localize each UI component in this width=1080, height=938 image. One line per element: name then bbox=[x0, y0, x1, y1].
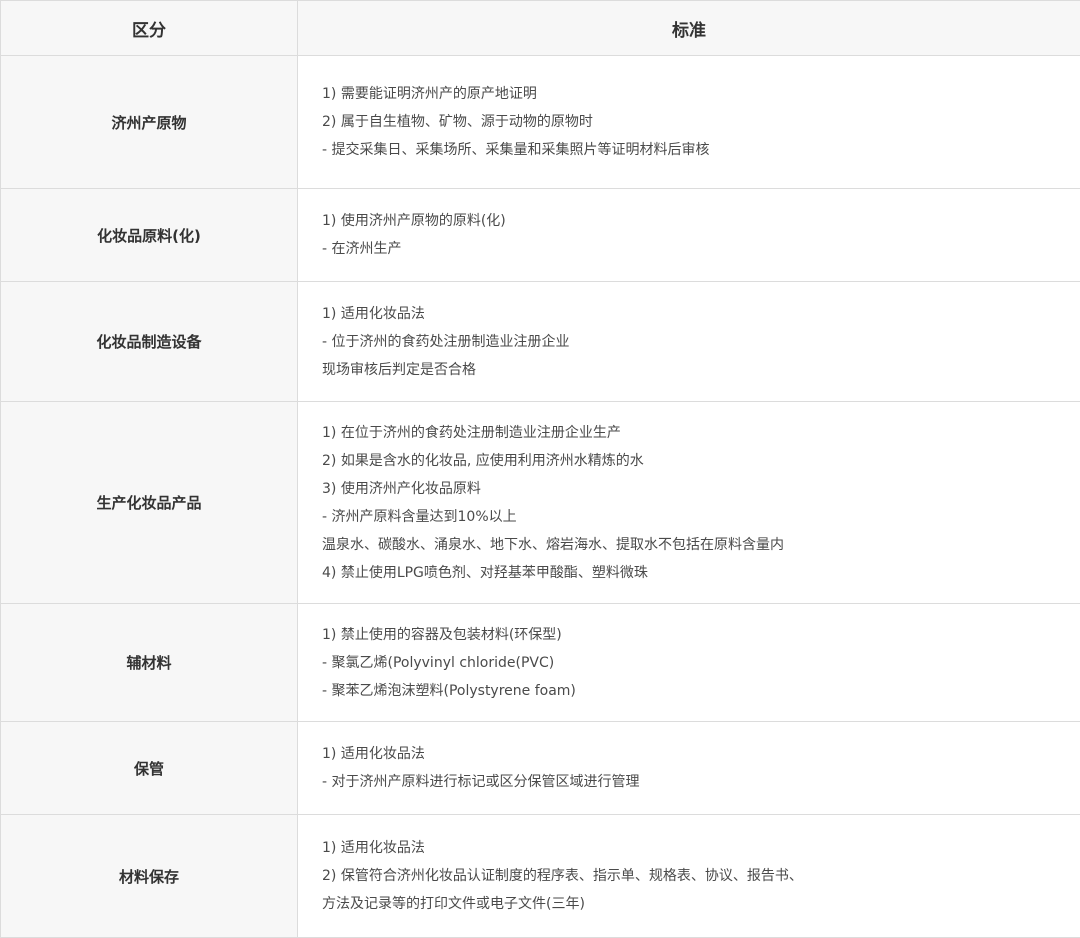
row-standard: 1) 禁止使用的容器及包装材料(环保型) - 聚氯乙烯(Polyvinyl ch… bbox=[298, 604, 1080, 722]
standard-line: - 聚氯乙烯(Polyvinyl chloride(PVC) bbox=[322, 649, 1080, 677]
standard-line: - 位于济州的食药处注册制造业注册企业 bbox=[322, 328, 1080, 356]
standard-line: - 提交采集日、采集场所、采集量和采集照片等证明材料后审核 bbox=[322, 136, 1080, 164]
header-category: 区分 bbox=[1, 1, 298, 56]
row-category: 化妆品制造设备 bbox=[1, 282, 298, 402]
standard-line: 温泉水、碳酸水、涌泉水、地下水、熔岩海水、提取水不包括在原料含量内 bbox=[322, 531, 1080, 559]
certification-standards-table: 区分 标准 济州产原物 1) 需要能证明济州产的原产地证明 2) 属于自生植物、… bbox=[0, 0, 1080, 938]
row-category: 化妆品原料(化) bbox=[1, 189, 298, 282]
row-standard: 1) 适用化妆品法 2) 保管符合济州化妆品认证制度的程序表、指示单、规格表、协… bbox=[298, 815, 1080, 938]
standard-line: 3) 使用济州产化妆品原料 bbox=[322, 475, 1080, 503]
row-category: 材料保存 bbox=[1, 815, 298, 938]
row-standard: 1) 在位于济州的食药处注册制造业注册企业生产 2) 如果是含水的化妆品, 应使… bbox=[298, 402, 1080, 604]
row-category: 生产化妆品产品 bbox=[1, 402, 298, 604]
table-row: 化妆品原料(化) 1) 使用济州产原物的原料(化) - 在济州生产 bbox=[1, 189, 1080, 282]
standard-line: 方法及记录等的打印文件或电子文件(三年) bbox=[322, 890, 1080, 918]
table-row: 化妆品制造设备 1) 适用化妆品法 - 位于济州的食药处注册制造业注册企业 现场… bbox=[1, 282, 1080, 402]
standard-line: 1) 适用化妆品法 bbox=[322, 834, 1080, 862]
table-row: 生产化妆品产品 1) 在位于济州的食药处注册制造业注册企业生产 2) 如果是含水… bbox=[1, 402, 1080, 604]
table-row: 保管 1) 适用化妆品法 - 对于济州产原料进行标记或区分保管区域进行管理 bbox=[1, 722, 1080, 815]
standard-line: 1) 适用化妆品法 bbox=[322, 740, 1080, 768]
row-standard: 1) 需要能证明济州产的原产地证明 2) 属于自生植物、矿物、源于动物的原物时 … bbox=[298, 56, 1080, 189]
standard-line: 1) 需要能证明济州产的原产地证明 bbox=[322, 80, 1080, 108]
standard-line: 2) 属于自生植物、矿物、源于动物的原物时 bbox=[322, 108, 1080, 136]
table-row: 济州产原物 1) 需要能证明济州产的原产地证明 2) 属于自生植物、矿物、源于动… bbox=[1, 56, 1080, 189]
row-category: 济州产原物 bbox=[1, 56, 298, 189]
row-category: 保管 bbox=[1, 722, 298, 815]
table-row: 材料保存 1) 适用化妆品法 2) 保管符合济州化妆品认证制度的程序表、指示单、… bbox=[1, 815, 1080, 938]
standard-line: 1) 使用济州产原物的原料(化) bbox=[322, 207, 1080, 235]
standard-line: - 聚苯乙烯泡沫塑料(Polystyrene foam) bbox=[322, 677, 1080, 705]
standard-line: 2) 保管符合济州化妆品认证制度的程序表、指示单、规格表、协议、报告书、 bbox=[322, 862, 1080, 890]
table-row: 辅材料 1) 禁止使用的容器及包装材料(环保型) - 聚氯乙烯(Polyviny… bbox=[1, 604, 1080, 722]
standard-line: 现场审核后判定是否合格 bbox=[322, 356, 1080, 384]
row-standard: 1) 适用化妆品法 - 对于济州产原料进行标记或区分保管区域进行管理 bbox=[298, 722, 1080, 815]
table-header-row: 区分 标准 bbox=[1, 1, 1080, 56]
standard-line: 1) 禁止使用的容器及包装材料(环保型) bbox=[322, 621, 1080, 649]
row-standard: 1) 使用济州产原物的原料(化) - 在济州生产 bbox=[298, 189, 1080, 282]
row-standard: 1) 适用化妆品法 - 位于济州的食药处注册制造业注册企业 现场审核后判定是否合… bbox=[298, 282, 1080, 402]
standard-line: - 在济州生产 bbox=[322, 235, 1080, 263]
standard-line: 1) 适用化妆品法 bbox=[322, 300, 1080, 328]
standard-line: 1) 在位于济州的食药处注册制造业注册企业生产 bbox=[322, 419, 1080, 447]
header-standard: 标准 bbox=[298, 1, 1080, 56]
standard-line: 4) 禁止使用LPG喷色剂、对羟基苯甲酸酯、塑料微珠 bbox=[322, 559, 1080, 587]
standard-line: - 济州产原料含量达到10%以上 bbox=[322, 503, 1080, 531]
standard-line: - 对于济州产原料进行标记或区分保管区域进行管理 bbox=[322, 768, 1080, 796]
standard-line: 2) 如果是含水的化妆品, 应使用利用济州水精炼的水 bbox=[322, 447, 1080, 475]
row-category: 辅材料 bbox=[1, 604, 298, 722]
